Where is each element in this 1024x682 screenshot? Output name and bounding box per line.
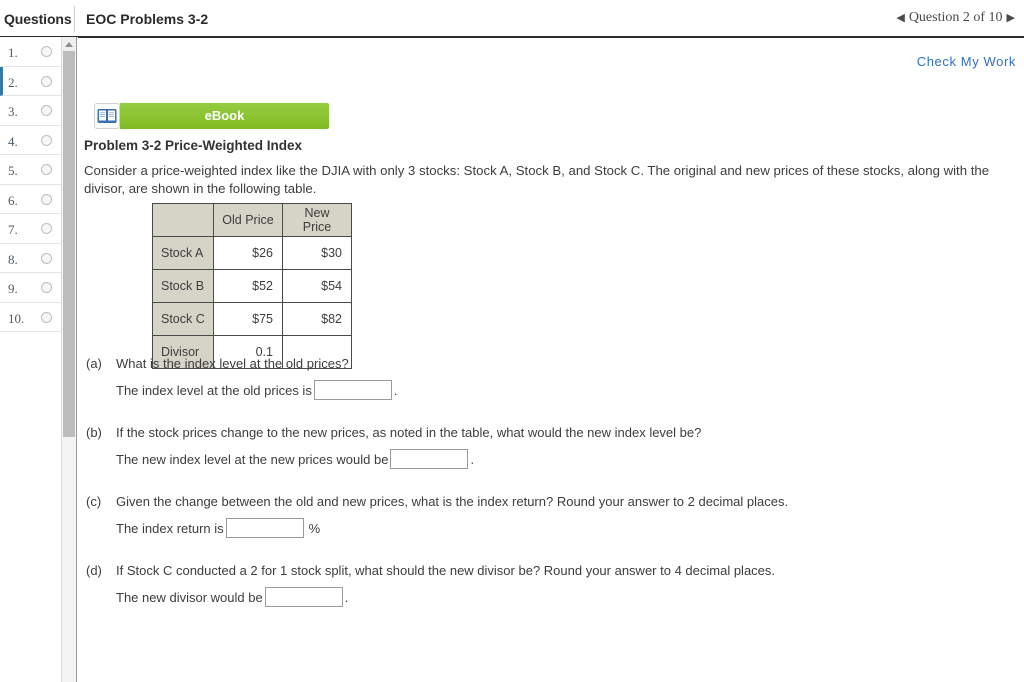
question-list-sidebar: 1. 2. 3. 4. 5. 6. 7. 8. 9. 10. xyxy=(0,37,62,682)
pagination-label: Question 2 of 10 xyxy=(908,10,1003,25)
ebook-button-label: eBook xyxy=(204,108,245,123)
question-part-letter: (b) xyxy=(86,425,102,440)
previous-question-icon[interactable]: ◀ xyxy=(893,12,907,24)
table-cell-new-price: $82 xyxy=(282,302,352,336)
question-status-radio-icon[interactable] xyxy=(41,75,52,87)
answer-input-d[interactable] xyxy=(264,587,343,607)
scrollbar-thumb[interactable] xyxy=(63,51,75,437)
question-part-prompt: What is the index level at the old price… xyxy=(116,356,349,371)
question-part-answer-row: The index return is% xyxy=(116,518,320,538)
question-part-letter: (c) xyxy=(86,494,102,509)
table-cell-new-price: $30 xyxy=(282,236,352,270)
content-top-border xyxy=(78,37,1024,38)
topbar-divider xyxy=(74,6,75,32)
question-list-item-number: 2. xyxy=(8,74,18,90)
question-list-item-number: 7. xyxy=(8,222,18,237)
application-root: Questions EOC Problems 3-2 ◀ Question 2 o… xyxy=(0,0,1024,682)
question-status-radio-icon[interactable] xyxy=(41,46,52,57)
question-list-item-number: 8. xyxy=(8,251,18,267)
problem-heading: Problem 3-2 Price-Weighted Index xyxy=(84,138,303,153)
table-row-label: Stock B xyxy=(152,269,214,303)
answer-suffix-text: . xyxy=(393,382,398,398)
question-status-radio-icon[interactable] xyxy=(41,223,52,234)
question-list-item-number: 1. xyxy=(8,45,18,60)
question-part-letter: (d) xyxy=(86,563,102,578)
ebook-button[interactable]: eBook xyxy=(94,103,329,129)
stock-price-table-body: Old Price New Price Stock A $26 $30 Stock B $5… xyxy=(152,203,352,369)
question-list-item-number: 9. xyxy=(8,281,18,296)
question-status-radio-icon[interactable] xyxy=(41,193,52,205)
table-corner-cell xyxy=(152,203,214,237)
question-status-radio-icon[interactable] xyxy=(41,252,52,264)
table-cell-old-price: $52 xyxy=(213,269,283,303)
answer-input-c[interactable] xyxy=(225,518,304,538)
answer-prefix-text: The new divisor would be xyxy=(116,589,263,605)
table-row: Stock C $75 $82 xyxy=(152,302,352,336)
table-row: Stock A $26 $30 xyxy=(152,236,352,270)
answer-prefix-text: The new index level at the new prices wo… xyxy=(116,451,389,467)
question-part-prompt: If the stock prices change to the new pr… xyxy=(116,425,702,440)
answer-suffix-text: . xyxy=(344,589,349,605)
question-list-item-3[interactable]: 3. xyxy=(0,96,61,126)
question-status-radio-icon[interactable] xyxy=(41,105,52,116)
top-bar: Questions EOC Problems 3-2 ◀ Question 2 o… xyxy=(0,0,1024,37)
table-header-row: Old Price New Price xyxy=(152,203,352,237)
question-list-item-number: 3. xyxy=(8,104,18,119)
question-part-prompt: Given the change between the old and new… xyxy=(116,494,789,509)
question-list-item-4[interactable]: 4. xyxy=(0,125,61,155)
question-status-radio-icon[interactable] xyxy=(41,164,52,175)
table-cell-old-price: $75 xyxy=(213,302,283,336)
question-list-item-9[interactable]: 9. xyxy=(0,273,61,303)
question-list-scrollbar[interactable] xyxy=(62,37,77,682)
stock-price-table: Old Price New Price Stock A $26 $30 Stock B $5… xyxy=(152,203,352,369)
next-question-icon[interactable]: ▶ xyxy=(1004,12,1018,24)
question-list-item-number: 4. xyxy=(8,133,18,149)
answer-input-b[interactable] xyxy=(390,449,469,469)
question-list-item-number: 5. xyxy=(8,163,18,178)
table-column-header: New Price xyxy=(282,203,352,237)
table-column-header: Old Price xyxy=(213,203,283,237)
questions-panel-title: Questions xyxy=(4,11,72,27)
question-list-item-7[interactable]: 7. xyxy=(0,214,61,244)
answer-input-a[interactable] xyxy=(313,380,392,400)
question-status-radio-icon[interactable] xyxy=(41,282,52,293)
table-cell-new-price: $54 xyxy=(282,269,352,303)
question-list-item-number: 10. xyxy=(8,310,25,326)
question-part-answer-row: The index level at the old prices is. xyxy=(116,380,397,400)
question-part-answer-row: The new divisor would be. xyxy=(116,587,348,607)
scroll-up-arrow-icon[interactable] xyxy=(62,37,76,51)
table-row-label: Stock A xyxy=(152,236,214,270)
question-list-item-5[interactable]: 5. xyxy=(0,155,61,185)
question-part-prompt: If Stock C conducted a 2 for 1 stock spl… xyxy=(116,563,776,578)
question-list-item-number: 6. xyxy=(8,192,18,208)
pagination: ◀ Question 2 of 10 ▶ xyxy=(893,10,1018,26)
question-part-letter: (a) xyxy=(86,356,102,371)
question-list-item-2[interactable]: 2. xyxy=(0,66,61,96)
question-list-item-1[interactable]: 1. xyxy=(0,37,61,67)
answer-suffix-text: . xyxy=(470,451,475,467)
ebook-icon xyxy=(94,103,120,129)
question-content-panel: Check My Work eBook Problem 3-2 Price-We… xyxy=(78,37,1024,682)
answer-suffix-text: % xyxy=(308,520,321,536)
check-my-work-link[interactable]: Check My Work xyxy=(917,54,1016,69)
question-list-item-10[interactable]: 10. xyxy=(0,302,61,332)
table-row: Stock B $52 $54 xyxy=(152,269,352,303)
question-status-radio-icon[interactable] xyxy=(41,311,52,323)
answer-prefix-text: The index return is xyxy=(116,520,224,536)
table-row-label: Stock C xyxy=(152,302,214,336)
problem-description: Consider a price-weighted index like the… xyxy=(84,163,990,196)
question-status-radio-icon[interactable] xyxy=(41,134,52,146)
answer-prefix-text: The index level at the old prices is xyxy=(116,382,312,398)
question-part-answer-row: The new index level at the new prices wo… xyxy=(116,449,474,469)
question-list-item-6[interactable]: 6. xyxy=(0,184,61,214)
table-cell-old-price: $26 xyxy=(213,236,283,270)
question-list-item-8[interactable]: 8. xyxy=(0,243,61,273)
page-title: EOC Problems 3-2 xyxy=(86,11,209,27)
